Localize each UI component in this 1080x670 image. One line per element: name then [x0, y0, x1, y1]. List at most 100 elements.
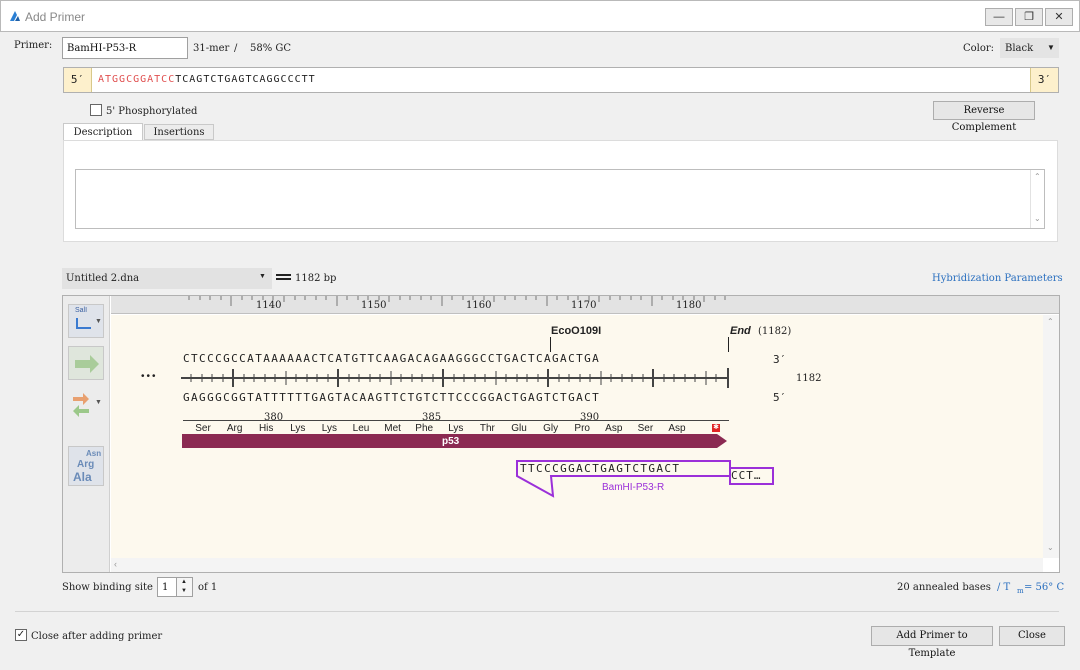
ruler-tick-label: 1140 — [256, 300, 282, 311]
position-ruler: 1140 1150 1160 1170 1180 — [111, 296, 1059, 314]
aa-number: 385 — [422, 412, 442, 423]
title-bar: Add Primer — ❐ ✕ — [0, 0, 1080, 32]
show-binding-label: Show binding site — [62, 582, 153, 593]
tm-subscript: m — [1017, 587, 1024, 595]
close-after-label: Close after adding primer — [31, 631, 163, 642]
map-horizontal-scrollbar[interactable]: ‹ — [111, 558, 1043, 572]
scroll-left-icon: ‹ — [114, 559, 117, 569]
primer-length: 31-mer — [193, 43, 230, 54]
window-title: Add Primer — [25, 10, 86, 24]
primer-sequence-field[interactable]: 5′ ATGGCGGATCCTCAGTCTGAGTCAGGCCCTT 3′ — [63, 67, 1059, 93]
stop-codon-icon: ✱ — [712, 424, 720, 432]
enzyme-cut-line — [550, 337, 551, 352]
primer-direction-button[interactable]: ▼ — [68, 388, 104, 422]
color-label: Color: — [963, 43, 995, 54]
sali-label: SalI — [75, 307, 88, 314]
top-strand-end: 3′ — [773, 353, 787, 366]
footer-divider — [15, 611, 1059, 612]
annealed-bases: 20 annealed bases — [897, 582, 991, 593]
tab-insertions[interactable]: Insertions — [144, 124, 214, 140]
primer-binding-seq: TCAGTCTGAGTCAGGCCCTT — [175, 74, 316, 85]
upstream-ellipsis: ••• — [141, 371, 158, 382]
ruler-tick-label: 1150 — [361, 300, 387, 311]
add-primer-button[interactable]: Add Primer to Template — [871, 626, 993, 659]
close-icon: ✕ — [1054, 11, 1064, 23]
color-select-value: Black — [1005, 43, 1034, 54]
hybridization-parameters-link[interactable]: Hybridization Parameters — [932, 273, 1063, 284]
app-logo-icon — [10, 11, 20, 21]
primers-icon — [73, 393, 89, 417]
dna-length-icon — [276, 274, 291, 280]
end-position: (1182) — [758, 326, 792, 337]
end-marker-line — [728, 337, 729, 352]
binding-site-count: of 1 — [198, 582, 218, 593]
five-prime-marker: 5′ — [64, 68, 92, 92]
bottom-strand-sequence[interactable]: GAGGGCGGTATTTTTTGAGTACAAGTTCTGTCTTCCCGGA… — [183, 391, 600, 404]
primer-annotation-label: BamHI-P53-R — [602, 482, 665, 493]
close-window-button[interactable]: ✕ — [1045, 8, 1073, 26]
enzyme-site-label[interactable]: EcoO109I — [551, 325, 601, 337]
feature-arrow-button[interactable] — [68, 346, 104, 380]
dna-backbone — [181, 368, 729, 388]
melting-temperature: = 56° C — [1024, 582, 1065, 593]
stats-separator: / — [234, 43, 238, 54]
feature-p53[interactable] — [181, 433, 741, 451]
primer-binding-sequence: TTCCCGGACTGAGTCTGACT — [520, 462, 681, 475]
bottom-strand-end: 5′ — [773, 391, 787, 404]
ruler-tick-label: 1180 — [676, 300, 702, 311]
chevron-down-icon: ▼ — [259, 273, 266, 280]
chevron-down-icon[interactable]: ▼ — [95, 318, 102, 325]
primer-label: Primer: — [14, 40, 53, 51]
tm-prefix: / T — [997, 582, 1011, 593]
close-after-checkbox[interactable]: ✓ — [15, 629, 27, 641]
aa-label-arg: Arg — [77, 459, 95, 470]
translation-line — [183, 420, 729, 421]
template-name: Untitled 2.dna — [66, 273, 140, 284]
scroll-up-icon: ⌃ — [1034, 172, 1041, 181]
description-textarea[interactable]: ⌃ ⌄ — [75, 169, 1045, 229]
ruler-tick-label: 1170 — [571, 300, 597, 311]
minimize-button[interactable]: — — [985, 8, 1013, 26]
template-length: 1182 bp — [295, 273, 337, 284]
minimize-icon: — — [993, 11, 1005, 23]
scroll-down-icon: ⌄ — [1047, 543, 1054, 552]
increment-icon[interactable]: ▲ — [181, 579, 187, 585]
end-coordinate: 1182 — [796, 373, 822, 384]
primer-sequence[interactable]: ATGGCGGATCCTCAGTCTGAGTCAGGCCCTT — [98, 74, 316, 85]
end-label: End — [730, 325, 751, 337]
template-select[interactable]: Untitled 2.dna ▼ — [62, 268, 272, 289]
feature-label: p53 — [442, 436, 460, 447]
phosphorylated-label: 5' Phosphorylated — [106, 106, 198, 117]
chevron-down-icon: ▼ — [1047, 43, 1055, 52]
chevron-down-icon: ▼ — [95, 399, 102, 406]
scroll-down-icon: ⌄ — [1034, 214, 1041, 223]
primer-tail: ATGGCGGATCC — [98, 74, 176, 85]
primer-name-input[interactable] — [62, 37, 188, 59]
ruler-tick-label: 1160 — [466, 300, 492, 311]
three-prime-marker: 3′ — [1030, 68, 1058, 92]
cut-site-icon — [76, 318, 91, 329]
maximize-button[interactable]: ❐ — [1015, 8, 1043, 26]
map-vertical-scrollbar[interactable]: ⌃ ⌄ — [1043, 315, 1059, 558]
decrement-icon[interactable]: ▼ — [181, 588, 187, 594]
sequence-canvas[interactable]: ••• EcoO109I End (1182) CTCCCGCCATAAAAAA… — [111, 315, 1043, 558]
restore-icon: ❐ — [1024, 11, 1034, 23]
top-strand-sequence[interactable]: CTCCCGCCATAAAAAACTCATGTTCAAGACAGAAGGGCCT… — [183, 352, 600, 365]
forward-arrow-icon — [75, 355, 99, 373]
aa-number: 390 — [580, 412, 600, 423]
binding-site-stepper[interactable]: ▲ ▼ — [176, 577, 193, 597]
reverse-complement-button[interactable]: Reverse Complement — [933, 101, 1035, 133]
description-scrollbar[interactable]: ⌃ ⌄ — [1030, 170, 1044, 228]
aa-number: 380 — [264, 412, 284, 423]
aa-label-ala: Ala — [73, 470, 92, 484]
primer-gc: 58% GC — [250, 43, 292, 54]
phosphorylated-checkbox[interactable] — [90, 104, 102, 116]
checkmark-icon: ✓ — [16, 629, 26, 640]
translation-button[interactable]: Asn Arg Ala — [68, 446, 104, 486]
aa-label-asn: Asn — [86, 449, 102, 458]
scroll-up-icon: ⌃ — [1047, 317, 1054, 326]
primer-overhang: CCT… — [731, 469, 762, 482]
map-toolbar: SalI ▼ ▼ Asn Arg Ala — [63, 296, 110, 572]
close-button[interactable]: Close — [999, 626, 1065, 646]
color-select[interactable]: Black ▼ — [1000, 38, 1059, 58]
